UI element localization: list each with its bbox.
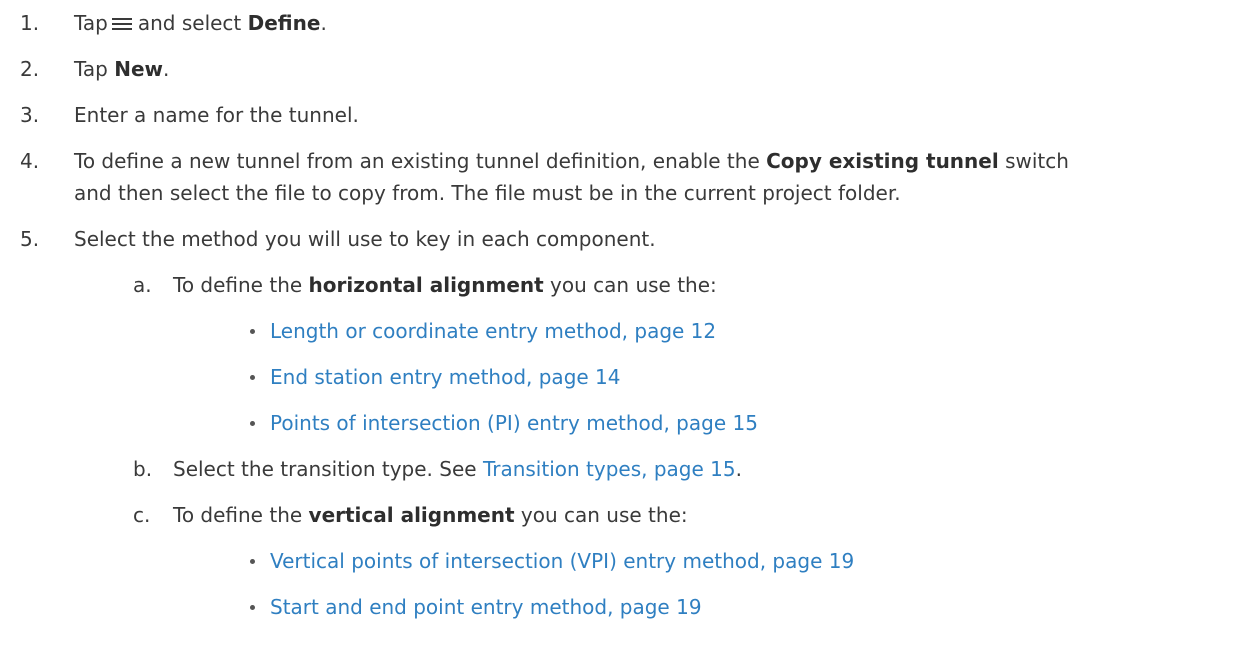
step-1: Tap and select Define. (74, 9, 327, 37)
bullet-icon (250, 605, 255, 610)
new-label: New (114, 57, 163, 81)
step-number: 2. (20, 57, 40, 81)
step-text: you can use the: (550, 273, 717, 297)
hamburger-menu-icon (111, 17, 132, 31)
step-number: 4. (20, 149, 40, 173)
punctuation: . (163, 57, 170, 81)
punctuation: . (735, 457, 742, 481)
link-end-station-entry[interactable]: End station entry method, page 14 (270, 363, 621, 391)
link-pi-entry[interactable]: Points of intersection (PI) entry method… (270, 409, 758, 437)
step-3: Enter a name for the tunnel. (74, 103, 359, 127)
bullet-icon (250, 329, 255, 334)
instruction-document: 1. Tap and select Define. 2. Tap New. 3. … (0, 0, 1237, 650)
link-length-coordinate-entry[interactable]: Length or coordinate entry method, page … (270, 317, 716, 345)
define-label: Define (247, 11, 321, 35)
step-4-line-1: To define a new tunnel from an existing … (74, 147, 1069, 175)
step-number: 1. (20, 11, 40, 35)
step-5: Select the method you will use to key in… (74, 227, 656, 251)
step-text: Select the transition type. See (173, 457, 477, 481)
horizontal-alignment-label: horizontal alignment (308, 273, 544, 297)
step-4-line-2: and then select the file to copy from. T… (74, 181, 901, 205)
step-number: 5. (20, 227, 40, 251)
bullet-icon (250, 421, 255, 426)
link-vpi-entry[interactable]: Vertical points of intersection (VPI) en… (270, 547, 854, 575)
step-text: switch (1005, 149, 1069, 173)
bullet-icon (250, 559, 255, 564)
step-2: Tap New. (74, 55, 169, 83)
vertical-alignment-label: vertical alignment (308, 503, 515, 527)
step-text: To define a new tunnel from an existing … (74, 149, 760, 173)
step-text: Tap (74, 57, 108, 81)
copy-existing-tunnel-label: Copy existing tunnel (766, 149, 999, 173)
step-text: To define the (173, 273, 303, 297)
link-transition-types[interactable]: Transition types, page 15 (483, 457, 736, 481)
step-text: Tap (74, 11, 108, 35)
substep-letter: a. (133, 273, 152, 297)
substep-a: To define the horizontal alignment you c… (173, 271, 717, 299)
punctuation: . (320, 11, 327, 35)
step-text: you can use the: (520, 503, 688, 527)
step-number: 3. (20, 103, 40, 127)
substep-letter: c. (133, 503, 151, 527)
step-text: To define the (173, 503, 303, 527)
substep-b: Select the transition type. See Transiti… (173, 455, 742, 483)
substep-letter: b. (133, 457, 153, 481)
bullet-icon (250, 375, 255, 380)
step-text: and select (137, 11, 242, 35)
link-start-end-point-entry[interactable]: Start and end point entry method, page 1… (270, 593, 702, 621)
substep-c: To define the vertical alignment you can… (173, 501, 688, 529)
